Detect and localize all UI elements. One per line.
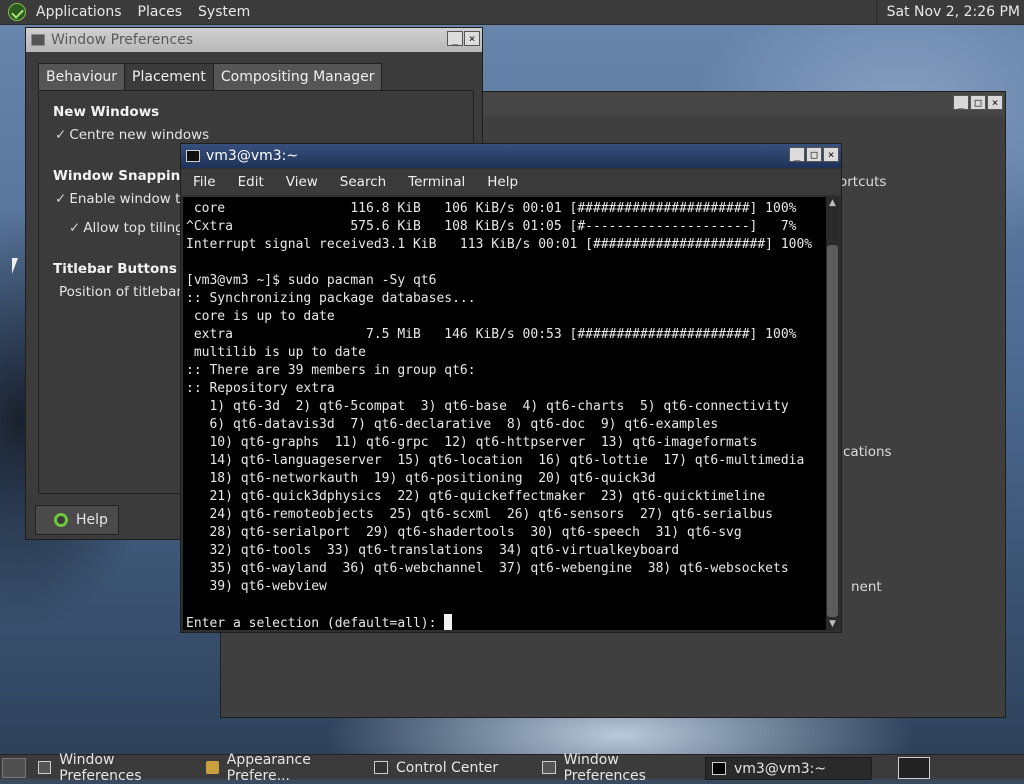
menu-help[interactable]: Help xyxy=(475,174,528,190)
window-icon xyxy=(38,761,52,774)
terminal-output: core 116.8 KiB 106 KiB/s 00:01 [########… xyxy=(186,201,813,630)
minimize-button[interactable]: _ xyxy=(789,147,805,162)
maximize-button[interactable]: □ xyxy=(970,95,986,110)
control-center-icon xyxy=(374,761,388,774)
scrollbar-thumb[interactable] xyxy=(827,245,838,617)
minimize-button[interactable]: _ xyxy=(447,31,463,46)
check-icon: ✓ xyxy=(69,220,81,236)
taskbar-item-label: vm3@vm3:~ xyxy=(734,760,827,777)
taskbar-item-label: Window Preferences xyxy=(59,751,142,784)
window-icon xyxy=(542,761,556,774)
taskbar-item-window-preferences-2[interactable]: Window Preferences xyxy=(536,752,701,784)
mouse-pointer-icon xyxy=(12,258,18,274)
control-center-item-shortcuts[interactable]: ortcuts xyxy=(839,174,886,190)
titlebar-buttons-heading: Titlebar Buttons xyxy=(53,261,177,277)
allow-top-tiling-label: Allow top tiling xyxy=(83,220,184,236)
terminal-menubar: File Edit View Search Terminal Help xyxy=(181,169,841,195)
terminal-cursor xyxy=(444,614,453,630)
menu-places[interactable]: Places xyxy=(130,4,191,20)
terminal-screen[interactable]: core 116.8 KiB 106 KiB/s 00:01 [########… xyxy=(183,197,826,630)
enable-window-tiling-checkbox[interactable]: ✓ Enable window tili xyxy=(55,191,192,207)
centre-new-windows-checkbox[interactable]: ✓ Centre new windows xyxy=(55,127,209,143)
menu-edit[interactable]: Edit xyxy=(226,174,274,190)
terminal-window: vm3@vm3:~ _ □ × File Edit View Search Te… xyxy=(180,143,842,633)
tab-behaviour[interactable]: Behaviour xyxy=(38,63,126,91)
maximize-button[interactable]: □ xyxy=(806,147,822,162)
minimize-button[interactable]: _ xyxy=(953,95,969,110)
window-preferences-titlebar[interactable]: Window Preferences _ × xyxy=(26,28,482,52)
taskbar-item-window-preferences[interactable]: Window Preferences xyxy=(32,752,192,784)
help-icon xyxy=(54,513,68,527)
help-label: Help xyxy=(76,512,108,528)
menu-file[interactable]: File xyxy=(181,174,226,190)
enable-window-tiling-label: Enable window tili xyxy=(69,191,192,207)
taskbar-item-label: Control Center xyxy=(396,759,499,776)
new-windows-heading: New Windows xyxy=(53,104,160,120)
help-button[interactable]: Help xyxy=(35,505,119,535)
scroll-down-icon[interactable]: ▼ xyxy=(826,618,839,630)
centre-new-windows-label: Centre new windows xyxy=(69,127,210,143)
menu-applications[interactable]: Applications xyxy=(28,4,130,20)
close-button[interactable]: × xyxy=(987,95,1003,110)
control-center-item-applications[interactable]: cations xyxy=(843,444,892,460)
taskbar-item-control-center[interactable]: Control Center xyxy=(368,757,533,778)
check-icon: ✓ xyxy=(55,191,67,207)
main-menu: Applications Places System xyxy=(0,0,258,24)
mate-logo-icon[interactable] xyxy=(8,3,26,21)
close-button[interactable]: × xyxy=(464,31,480,46)
window-icon xyxy=(31,34,45,46)
bottom-taskbar: Window Preferences Appearance Prefere...… xyxy=(0,752,1024,784)
tab-compositing-manager[interactable]: Compositing Manager xyxy=(212,63,383,91)
allow-top-tiling-checkbox[interactable]: ✓ Allow top tiling xyxy=(69,220,184,236)
taskbar-item-appearance-preferences[interactable]: Appearance Prefere... xyxy=(200,752,365,784)
control-center-item-management[interactable]: nent xyxy=(851,579,882,595)
window-title: Window Preferences xyxy=(51,32,193,48)
terminal-icon xyxy=(186,150,200,162)
menu-terminal[interactable]: Terminal xyxy=(396,174,475,190)
workspace-switcher[interactable] xyxy=(898,757,930,779)
taskbar-item-label: Appearance Prefere... xyxy=(226,751,311,784)
window-snapping-heading: Window Snapping xyxy=(53,168,190,184)
check-icon: ✓ xyxy=(55,127,67,143)
top-panel: Applications Places System Sat Nov 2, 2:… xyxy=(0,0,1024,25)
show-desktop-button[interactable] xyxy=(2,758,26,778)
clock[interactable]: Sat Nov 2, 2:26 PM xyxy=(875,0,1020,24)
tab-bar: Behaviour Placement Compositing Manager xyxy=(38,63,383,91)
tab-placement[interactable]: Placement xyxy=(124,63,214,91)
taskbar-item-label: Window Preferences xyxy=(563,751,646,784)
terminal-title: vm3@vm3:~ xyxy=(206,148,299,164)
terminal-titlebar[interactable]: vm3@vm3:~ _ □ × xyxy=(181,144,841,168)
close-button[interactable]: × xyxy=(823,147,839,162)
menu-view[interactable]: View xyxy=(274,174,328,190)
titlebar-position-label: Position of titlebar b xyxy=(59,284,195,300)
appearance-icon xyxy=(206,761,219,774)
terminal-scrollbar[interactable]: ▲ ▼ xyxy=(826,197,839,630)
taskbar-item-terminal[interactable]: vm3@vm3:~ xyxy=(705,757,872,780)
terminal-icon xyxy=(712,762,726,775)
menu-system[interactable]: System xyxy=(190,4,258,20)
menu-search[interactable]: Search xyxy=(328,174,396,190)
scroll-up-icon[interactable]: ▲ xyxy=(826,197,839,209)
